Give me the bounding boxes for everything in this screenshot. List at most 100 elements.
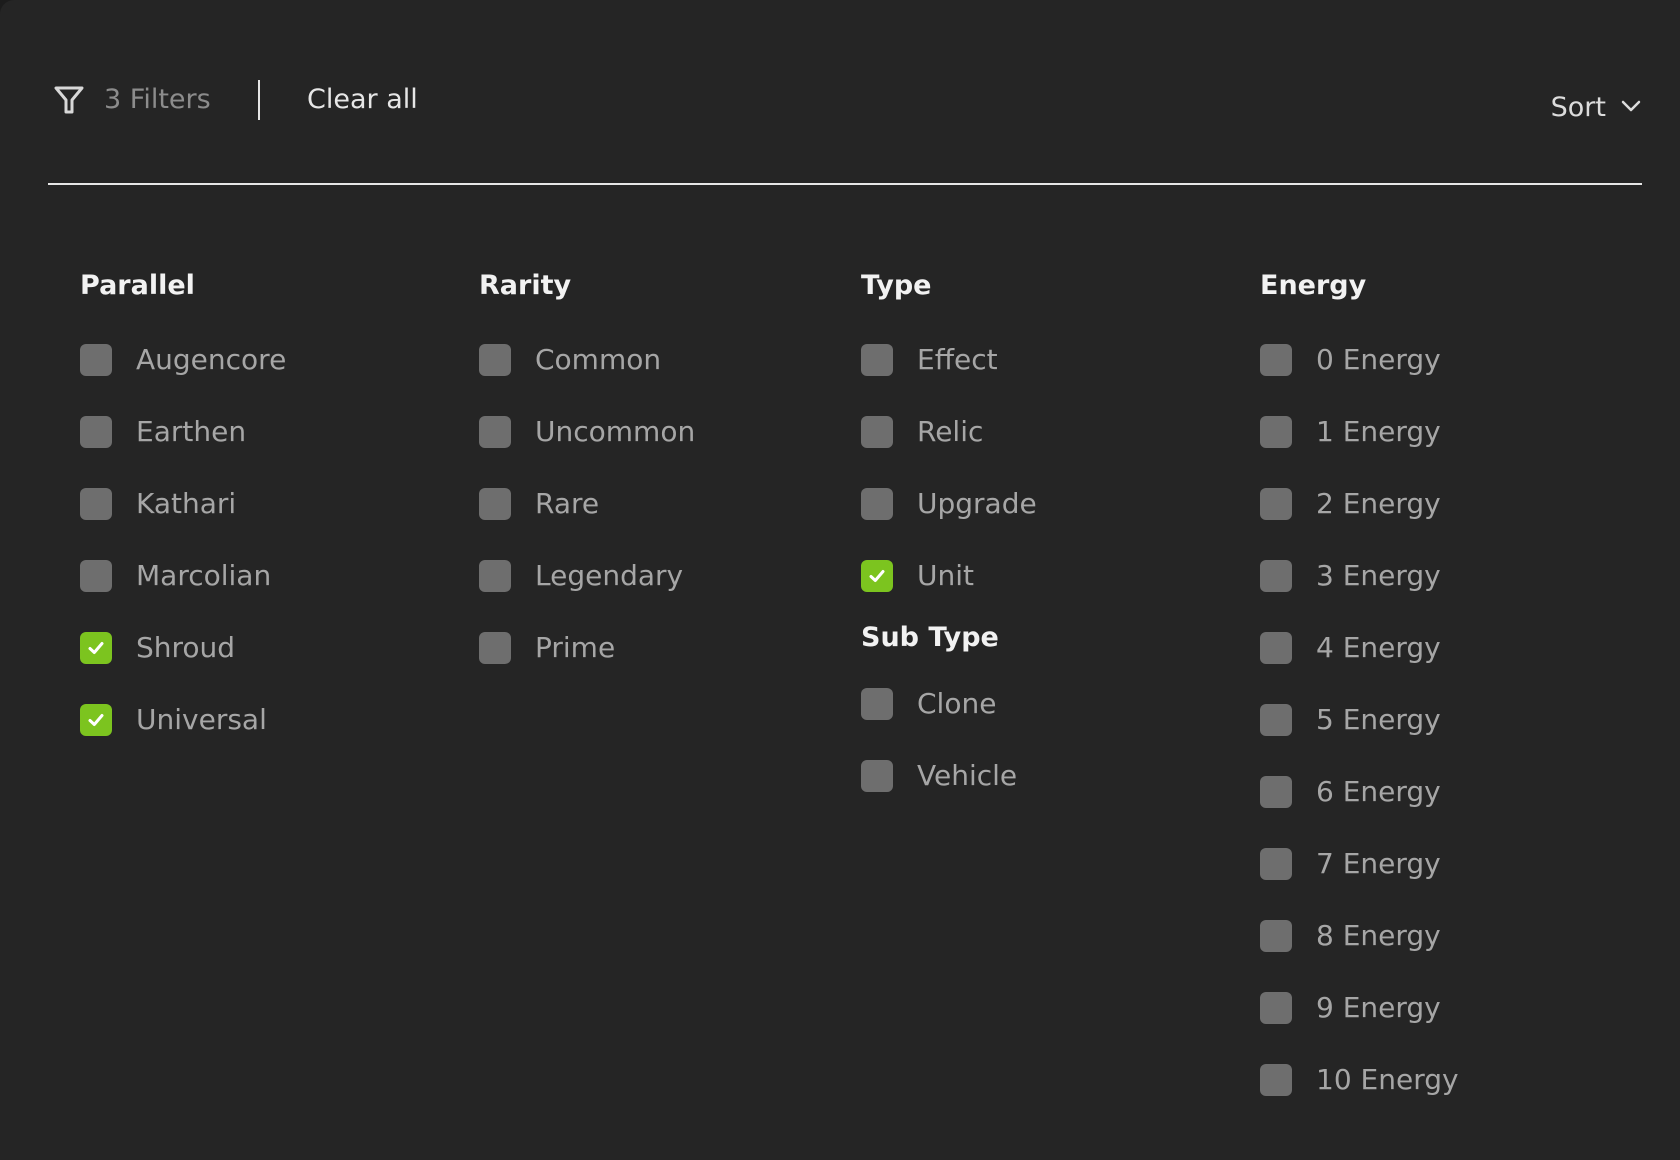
checkbox[interactable] — [80, 488, 112, 520]
checkbox[interactable] — [1260, 1064, 1292, 1096]
parallel-column: Parallel Augencore Earthen Kathari Marcolia… — [80, 266, 440, 756]
option-type-unit[interactable]: Unit — [861, 540, 1221, 612]
checkbox[interactable] — [1260, 704, 1292, 736]
option-label: 0 Energy — [1316, 343, 1441, 376]
option-sub-type-clone[interactable]: Clone — [861, 668, 1221, 740]
option-energy-4-energy[interactable]: 4 Energy — [1260, 612, 1620, 684]
toolbar-divider — [258, 80, 260, 120]
option-sub-type-vehicle[interactable]: Vehicle — [861, 740, 1221, 812]
option-energy-2-energy[interactable]: 2 Energy — [1260, 468, 1620, 540]
option-label: Rare — [535, 487, 600, 520]
checkmark-icon — [869, 570, 885, 582]
rarity-options: Common Uncommon Rare Legendary Prime — [479, 324, 839, 684]
option-label: 6 Energy — [1316, 775, 1441, 808]
option-energy-0-energy[interactable]: 0 Energy — [1260, 324, 1620, 396]
option-label: Upgrade — [917, 487, 1037, 520]
chevron-down-icon — [1620, 95, 1642, 121]
option-label: Prime — [535, 631, 616, 664]
option-label: 8 Energy — [1316, 919, 1441, 952]
type-heading: Type — [861, 270, 932, 301]
option-energy-8-energy[interactable]: 8 Energy — [1260, 900, 1620, 972]
active-filter-count: 3 Filters — [104, 84, 211, 115]
option-rarity-legendary[interactable]: Legendary — [479, 540, 839, 612]
option-energy-10-energy[interactable]: 10 Energy — [1260, 1044, 1620, 1116]
checkmark-icon — [88, 714, 104, 726]
checkmark-icon — [88, 642, 104, 654]
option-label: 7 Energy — [1316, 847, 1441, 880]
option-energy-5-energy[interactable]: 5 Energy — [1260, 684, 1620, 756]
checkbox[interactable] — [80, 704, 112, 736]
checkbox[interactable] — [479, 560, 511, 592]
checkbox[interactable] — [861, 560, 893, 592]
option-label: Shroud — [136, 631, 236, 664]
option-label: 4 Energy — [1316, 631, 1441, 664]
sort-label: Sort — [1550, 92, 1606, 123]
rarity-column: Rarity Common Uncommon Rare Legendary Prime — [479, 266, 839, 684]
energy-column: Energy 0 Energy 1 Energy 2 Energy 3 Energy 4… — [1260, 266, 1620, 1116]
checkbox[interactable] — [861, 416, 893, 448]
option-rarity-uncommon[interactable]: Uncommon — [479, 396, 839, 468]
option-energy-1-energy[interactable]: 1 Energy — [1260, 396, 1620, 468]
filter-panel: 3 Filters Clear all Sort Parallel Augenc… — [0, 0, 1680, 1160]
option-rarity-prime[interactable]: Prime — [479, 612, 839, 684]
option-label: 2 Energy — [1316, 487, 1441, 520]
rarity-heading: Rarity — [479, 270, 572, 301]
checkbox[interactable] — [1260, 632, 1292, 664]
option-label: 3 Energy — [1316, 559, 1441, 592]
checkbox[interactable] — [479, 416, 511, 448]
option-label: Augencore — [136, 343, 287, 376]
filter-toolbar: 3 Filters Clear all Sort — [48, 0, 1642, 185]
sort-dropdown[interactable]: Sort — [1551, 90, 1642, 126]
checkbox[interactable] — [1260, 992, 1292, 1024]
option-label: Earthen — [136, 415, 247, 448]
checkbox[interactable] — [861, 344, 893, 376]
checkbox[interactable] — [861, 488, 893, 520]
option-parallel-universal[interactable]: Universal — [80, 684, 440, 756]
option-type-upgrade[interactable]: Upgrade — [861, 468, 1221, 540]
checkbox[interactable] — [479, 632, 511, 664]
option-label: Relic — [917, 415, 984, 448]
option-label: Legendary — [535, 559, 684, 592]
option-parallel-marcolian[interactable]: Marcolian — [80, 540, 440, 612]
checkbox[interactable] — [479, 488, 511, 520]
parallel-heading: Parallel — [80, 270, 195, 301]
checkbox[interactable] — [1260, 920, 1292, 952]
checkbox[interactable] — [80, 632, 112, 664]
checkbox[interactable] — [1260, 848, 1292, 880]
sub-type-heading: Sub Type — [861, 622, 999, 653]
checkbox[interactable] — [1260, 488, 1292, 520]
option-energy-3-energy[interactable]: 3 Energy — [1260, 540, 1620, 612]
checkbox[interactable] — [1260, 560, 1292, 592]
checkbox[interactable] — [1260, 776, 1292, 808]
option-label: Uncommon — [535, 415, 696, 448]
energy-heading: Energy — [1260, 270, 1367, 301]
option-energy-9-energy[interactable]: 9 Energy — [1260, 972, 1620, 1044]
option-label: Effect — [917, 343, 998, 376]
type-options: Effect Relic Upgrade Unit — [861, 324, 1221, 612]
option-rarity-rare[interactable]: Rare — [479, 468, 839, 540]
option-label: Universal — [136, 703, 267, 736]
checkbox[interactable] — [80, 344, 112, 376]
option-label: 9 Energy — [1316, 991, 1441, 1024]
option-type-relic[interactable]: Relic — [861, 396, 1221, 468]
option-parallel-kathari[interactable]: Kathari — [80, 468, 440, 540]
option-label: 1 Energy — [1316, 415, 1441, 448]
checkbox[interactable] — [479, 344, 511, 376]
checkbox[interactable] — [1260, 416, 1292, 448]
checkbox[interactable] — [1260, 344, 1292, 376]
option-type-effect[interactable]: Effect — [861, 324, 1221, 396]
parallel-options: Augencore Earthen Kathari Marcolian Shroud Un… — [80, 324, 440, 756]
option-energy-6-energy[interactable]: 6 Energy — [1260, 756, 1620, 828]
clear-all-button[interactable]: Clear all — [307, 82, 418, 118]
option-parallel-shroud[interactable]: Shroud — [80, 612, 440, 684]
option-rarity-common[interactable]: Common — [479, 324, 839, 396]
option-energy-7-energy[interactable]: 7 Energy — [1260, 828, 1620, 900]
option-parallel-augencore[interactable]: Augencore — [80, 324, 440, 396]
checkbox[interactable] — [861, 760, 893, 792]
checkbox[interactable] — [80, 560, 112, 592]
checkbox[interactable] — [80, 416, 112, 448]
option-label: Marcolian — [136, 559, 272, 592]
type-column: Type Effect Relic Upgrade Unit Sub Type Clo… — [861, 266, 1221, 812]
checkbox[interactable] — [861, 688, 893, 720]
option-parallel-earthen[interactable]: Earthen — [80, 396, 440, 468]
